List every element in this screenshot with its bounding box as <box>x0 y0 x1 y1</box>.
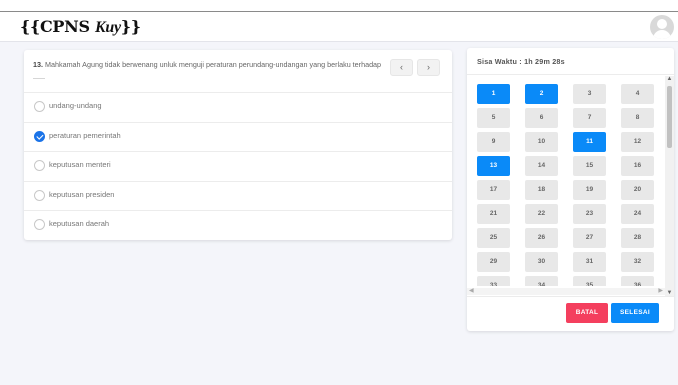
divider <box>467 74 674 75</box>
question-number-button[interactable]: 13 <box>477 156 510 176</box>
question-number-button[interactable]: 22 <box>525 204 558 224</box>
finish-button[interactable]: SELESAI <box>611 303 659 323</box>
number-grid-viewport: 1 2 3 4 5 6 7 8 9 10 11 12 13 14 15 16 17 18 19 20 21 22 23 24 2… <box>467 76 667 336</box>
question-number-button[interactable]: 11 <box>573 132 606 152</box>
answer-option-label: keputusan daerah <box>49 219 110 228</box>
question-number-button[interactable]: 34 <box>525 276 558 286</box>
question-number-button[interactable]: 3 <box>573 84 606 104</box>
question-number-button[interactable]: 33 <box>477 276 510 286</box>
question-number-button[interactable]: 12 <box>621 132 654 152</box>
chevron-left-icon: ‹ <box>400 62 403 72</box>
radio-checked-icon[interactable] <box>34 130 45 142</box>
radio-icon[interactable] <box>34 189 45 201</box>
radio-icon[interactable] <box>34 101 45 112</box>
question-number-button[interactable]: 6 <box>525 108 558 128</box>
question-number-button[interactable]: 35 <box>573 276 606 286</box>
question-body: Mahkamah Agung tidak berwenang unluk men… <box>33 60 382 81</box>
timer-text: Sisa Waktu : 1h 29m 28s <box>477 57 565 66</box>
question-number-button[interactable]: 30 <box>525 252 558 272</box>
scroll-up-icon[interactable]: ▲ <box>666 76 673 82</box>
question-number-button[interactable]: 4 <box>621 84 654 104</box>
answer-option[interactable]: keputusan daerah <box>24 210 452 239</box>
question-number-button[interactable]: 25 <box>477 228 510 248</box>
question-number-button[interactable]: 28 <box>621 228 654 248</box>
question-number-button[interactable]: 8 <box>621 108 654 128</box>
question-number-button[interactable]: 5 <box>477 108 510 128</box>
question-number-button[interactable]: 19 <box>573 180 606 200</box>
question-number-button[interactable]: 27 <box>573 228 606 248</box>
user-avatar-icon[interactable] <box>650 15 674 39</box>
question-number-button[interactable]: 18 <box>525 180 558 200</box>
question-number-button[interactable]: 14 <box>525 156 558 176</box>
question-card: 13. Mahkamah Agung tidak berwenang unluk… <box>24 50 452 240</box>
question-number-button[interactable]: 10 <box>525 132 558 152</box>
question-number-button[interactable]: 26 <box>525 228 558 248</box>
question-text: 13. Mahkamah Agung tidak berwenang unluk… <box>33 59 383 83</box>
answer-option[interactable]: undang-undang <box>24 92 452 121</box>
question-number-button[interactable]: 15 <box>573 156 606 176</box>
answer-option-label: keputusan presiden <box>49 189 115 199</box>
top-border <box>0 0 678 12</box>
radio-icon[interactable] <box>34 219 45 230</box>
divider <box>467 296 674 297</box>
question-number-button[interactable]: 2 <box>525 84 558 104</box>
logo-prefix: {{CPNS <box>20 17 95 36</box>
question-number-button[interactable]: 31 <box>573 252 606 272</box>
answer-option[interactable]: keputusan presiden <box>24 180 452 210</box>
logo-script: Kuy <box>95 19 121 36</box>
answer-option[interactable]: peraturan pemerintah <box>24 121 452 151</box>
prev-question-button[interactable]: ‹ <box>390 59 413 76</box>
radio-icon[interactable] <box>34 160 45 171</box>
logo-suffix: }} <box>120 17 141 36</box>
answer-option-label: peraturan pemerintah <box>49 130 121 140</box>
answer-option[interactable]: keputusan menteri <box>24 151 452 180</box>
scroll-left-icon[interactable]: ◀ <box>469 287 474 294</box>
app-header: {{CPNS Kuy}} <box>0 12 678 42</box>
question-number-button[interactable]: 29 <box>477 252 510 272</box>
question-number-button[interactable]: 1 <box>477 84 510 104</box>
question-number-button[interactable]: 24 <box>621 204 654 224</box>
cancel-button[interactable]: BATAL <box>566 303 608 323</box>
vertical-scrollbar[interactable]: ▲ ▼ <box>665 76 674 296</box>
question-number-button[interactable]: 23 <box>573 204 606 224</box>
question-number-button[interactable]: 9 <box>477 132 510 152</box>
next-question-button[interactable]: › <box>417 59 440 76</box>
question-number-button[interactable]: 20 <box>621 180 654 200</box>
question-number-button[interactable]: 7 <box>573 108 606 128</box>
question-number-button[interactable]: 21 <box>477 204 510 224</box>
scroll-right-icon[interactable]: ▶ <box>658 287 663 294</box>
question-number-button[interactable]: 17 <box>477 180 510 200</box>
question-number: 13. <box>33 60 43 69</box>
number-grid: 1 2 3 4 5 6 7 8 9 10 11 12 13 14 15 16 17 18 19 20 21 22 23 24 2… <box>467 76 667 286</box>
app-logo[interactable]: {{CPNS Kuy}} <box>20 17 141 37</box>
scrollbar-thumb[interactable] <box>667 86 672 148</box>
question-number-button[interactable]: 16 <box>621 156 654 176</box>
answer-option-label: keputusan menteri <box>49 160 111 169</box>
horizontal-scrollbar[interactable]: ◀ ▶ <box>467 288 665 295</box>
question-number-button[interactable]: 36 <box>621 276 654 286</box>
chevron-right-icon: › <box>427 62 430 72</box>
answer-option-label: undang-undang <box>49 101 102 110</box>
question-navigator-panel: Sisa Waktu : 1h 29m 28s 1 2 3 4 5 6 7 8 9 10 11 12 1… <box>467 48 674 331</box>
question-number-button[interactable]: 32 <box>621 252 654 272</box>
